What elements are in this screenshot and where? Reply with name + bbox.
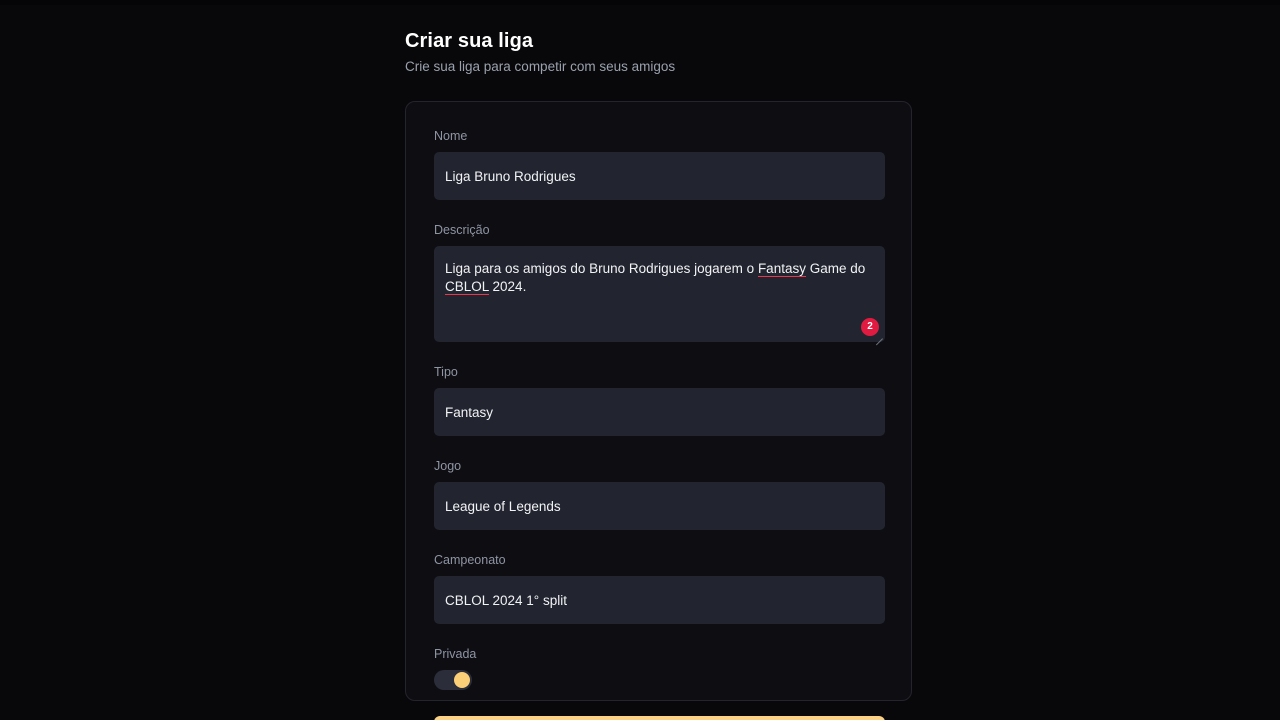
descricao-error-badge: 2 [861, 318, 879, 336]
label-descricao: Descrição [434, 223, 490, 237]
save-button[interactable]: SALVAR [434, 716, 885, 720]
nome-input[interactable] [434, 152, 885, 200]
label-privada: Privada [434, 647, 477, 661]
descricao-textarea-wrapper[interactable]: Liga para os amigos do Bruno Rodrigues j… [434, 246, 885, 346]
privada-toggle-knob [454, 672, 470, 688]
field-jogo: Jogo [434, 458, 885, 530]
page-header: Criar sua liga Crie sua liga para compet… [405, 28, 912, 76]
jogo-input[interactable] [434, 482, 885, 530]
field-privada: Privada [434, 646, 883, 690]
page-root: Criar sua liga Crie sua liga para compet… [0, 0, 1280, 720]
field-descricao: Descrição Liga para os amigos do Bruno R… [434, 222, 885, 346]
tipo-input[interactable] [434, 388, 885, 436]
page-title: Criar sua liga [405, 30, 534, 52]
field-nome: Nome [434, 128, 885, 200]
label-jogo: Jogo [434, 459, 462, 473]
privada-toggle[interactable] [434, 670, 472, 690]
campeonato-input[interactable] [434, 576, 885, 624]
page-subtitle: Crie sua liga para competir com seus ami… [405, 59, 676, 74]
label-nome: Nome [434, 129, 468, 143]
create-league-card: Nome Descrição Liga para os amigos do Br… [405, 101, 912, 720]
label-tipo: Tipo [434, 365, 458, 379]
label-campeonato: Campeonato [434, 553, 506, 567]
field-campeonato: Campeonato [434, 552, 885, 624]
field-tipo: Tipo [434, 364, 885, 436]
descricao-textarea[interactable] [434, 246, 885, 342]
create-league-form: Nome Descrição Liga para os amigos do Br… [406, 102, 911, 720]
top-strip [0, 0, 1280, 5]
